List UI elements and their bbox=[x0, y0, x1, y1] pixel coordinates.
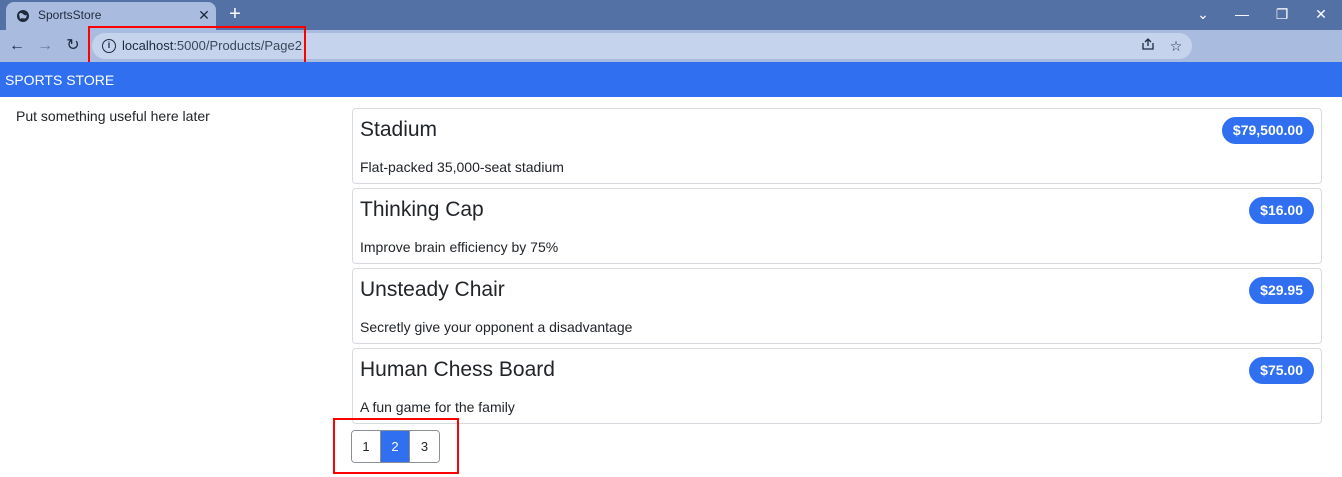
product-card: Stadium $79,500.00 Flat-packed 35,000-se… bbox=[352, 108, 1322, 184]
price-badge: $16.00 bbox=[1249, 197, 1314, 224]
restore-button[interactable]: ❐ bbox=[1271, 3, 1293, 25]
product-description: Flat-packed 35,000-seat stadium bbox=[360, 159, 564, 175]
share-icon[interactable] bbox=[1138, 36, 1158, 56]
product-name: Stadium bbox=[360, 118, 438, 141]
product-name: Human Chess Board bbox=[360, 358, 555, 381]
price-badge: $75.00 bbox=[1249, 357, 1314, 384]
close-window-button[interactable]: ✕ bbox=[1310, 3, 1332, 25]
product-card: Thinking Cap $16.00 Improve brain effici… bbox=[352, 188, 1322, 264]
forward-button[interactable]: → bbox=[34, 35, 56, 57]
tab-search-icon[interactable]: ⌄ bbox=[1192, 3, 1214, 25]
sidebar-note: Put something useful here later bbox=[16, 108, 210, 124]
globe-icon bbox=[17, 10, 29, 22]
price-badge: $29.95 bbox=[1249, 277, 1314, 304]
close-tab-icon[interactable]: ✕ bbox=[195, 6, 213, 24]
product-name: Unsteady Chair bbox=[360, 278, 505, 301]
tab-title: SportsStore bbox=[38, 8, 102, 22]
brand-title[interactable]: SPORTS STORE bbox=[5, 72, 114, 88]
product-description: A fun game for the family bbox=[360, 399, 515, 415]
reload-button[interactable]: ↻ bbox=[62, 35, 84, 57]
minimize-button[interactable]: — bbox=[1231, 3, 1253, 25]
pagination-highlight-box bbox=[333, 418, 459, 474]
product-card: Human Chess Board $75.00 A fun game for … bbox=[352, 348, 1322, 424]
product-list: Stadium $79,500.00 Flat-packed 35,000-se… bbox=[352, 108, 1322, 428]
back-button[interactable]: ← bbox=[6, 35, 28, 57]
price-badge: $79,500.00 bbox=[1221, 117, 1314, 144]
product-card: Unsteady Chair $29.95 Secretly give your… bbox=[352, 268, 1322, 344]
new-tab-button[interactable]: + bbox=[224, 3, 246, 25]
product-description: Improve brain efficiency by 75% bbox=[360, 239, 559, 255]
product-description: Secretly give your opponent a disadvanta… bbox=[360, 319, 633, 335]
bookmark-star-icon[interactable]: ☆ bbox=[1166, 36, 1186, 56]
product-name: Thinking Cap bbox=[360, 198, 484, 221]
navbar: SPORTS STORE bbox=[0, 62, 1342, 97]
